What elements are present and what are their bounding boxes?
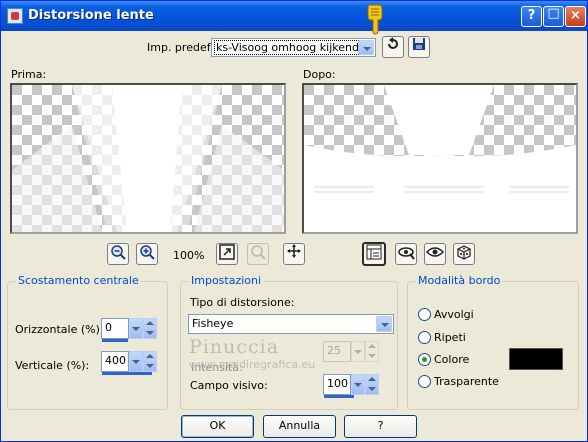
chevron-down-icon[interactable] — [358, 40, 374, 55]
app-icon — [7, 8, 23, 24]
zoom-level: 100% — [173, 249, 205, 262]
intensity-input[interactable]: 25 — [323, 341, 351, 362]
vertical-spinner[interactable]: 400 — [101, 351, 157, 372]
after-preview-image — [304, 85, 576, 232]
wrap-label: Avvolgi — [434, 308, 474, 321]
zoom-in-button[interactable] — [136, 243, 158, 265]
zoom-in-icon — [140, 245, 155, 260]
proof-button[interactable] — [395, 243, 417, 265]
ok-button[interactable]: OK — [181, 415, 254, 438]
reset-icon — [388, 37, 398, 49]
horizontal-dropdown-icon[interactable] — [129, 318, 143, 339]
toggle-preview-icon — [366, 244, 382, 260]
field-of-view-input[interactable]: 100 — [323, 374, 351, 395]
vertical-label: Verticale (%): — [15, 359, 90, 372]
help-title-button[interactable]: ? — [521, 6, 542, 27]
randomize-icon — [457, 245, 471, 260]
after-label: Dopo: — [303, 68, 336, 81]
zoom-out-button[interactable] — [107, 243, 129, 265]
reset-button[interactable] — [382, 36, 404, 58]
eye-button[interactable] — [424, 243, 446, 265]
color-label: Colore — [434, 353, 470, 366]
fit-window-button[interactable] — [216, 243, 238, 265]
zoom-disabled-icon — [251, 245, 266, 260]
intensity-spinner[interactable]: 25 — [323, 341, 379, 362]
lens-distortion-dialog: Distorsione lente ? □ × Imp. predef.: ks… — [0, 0, 588, 442]
preset-select[interactable]: ks-Visoog omhoog kijkend — [211, 38, 376, 57]
intensity-updown-icon[interactable] — [365, 341, 379, 362]
horizontal-label: Orizzontale (%): — [15, 323, 104, 336]
repeat-label: Ripeti — [434, 331, 466, 344]
zoom-disabled-button[interactable] — [247, 243, 269, 265]
field-of-view-slider[interactable] — [324, 395, 354, 398]
settings-title: Impostazioni — [189, 274, 264, 287]
field-of-view-label: Campo visivo: — [190, 379, 268, 392]
preset-label: Imp. predef.: — [147, 41, 217, 54]
pointing-hand-icon — [367, 4, 383, 35]
field-of-view-updown-icon[interactable] — [365, 374, 379, 395]
horizontal-updown-icon[interactable] — [143, 318, 157, 339]
save-preset-icon — [413, 38, 425, 50]
after-preview[interactable] — [302, 83, 578, 234]
edge-color-swatch[interactable] — [509, 348, 563, 370]
proof-icon — [398, 247, 415, 260]
distortion-type-label: Tipo di distorsione: — [190, 296, 295, 309]
horizontal-spinner[interactable]: 0 — [101, 318, 157, 339]
watermark-url: www.maidiregrafica.eu — [189, 358, 316, 371]
repeat-radio[interactable] — [418, 331, 431, 344]
chevron-down-icon[interactable] — [376, 316, 392, 332]
vertical-updown-icon[interactable] — [143, 351, 157, 372]
edge-mode-title: Modalità bordo — [416, 274, 503, 287]
transparent-radio[interactable] — [418, 375, 431, 388]
watermark-name: Pinuccia — [189, 336, 280, 358]
fit-window-icon — [219, 244, 235, 260]
close-button[interactable]: × — [565, 6, 586, 27]
before-preview[interactable] — [10, 83, 286, 234]
edge-mode-group: Modalità bordo — [407, 274, 579, 410]
center-offset-group: Scostamento centrale — [7, 274, 168, 410]
color-radio[interactable] — [418, 353, 431, 366]
maximize-button[interactable]: □ — [543, 6, 564, 27]
vertical-slider[interactable] — [102, 372, 152, 375]
horizontal-slider[interactable] — [102, 339, 128, 342]
preset-value: ks-Visoog omhoog kijkend — [214, 40, 361, 55]
horizontal-input[interactable]: 0 — [101, 318, 129, 339]
cancel-button[interactable]: Annulla — [263, 415, 336, 438]
intensity-dropdown-icon[interactable] — [351, 341, 365, 362]
window-title: Distorsione lente — [28, 8, 154, 23]
center-offset-title: Scostamento centrale — [16, 274, 141, 287]
wrap-radio[interactable] — [418, 308, 431, 321]
field-of-view-dropdown-icon[interactable] — [351, 374, 365, 395]
distortion-type-select[interactable]: Fisheye — [188, 314, 394, 334]
vertical-dropdown-icon[interactable] — [129, 351, 143, 372]
randomize-button[interactable] — [453, 243, 475, 265]
distortion-type-value: Fisheye — [192, 317, 234, 330]
toggle-preview-button[interactable] — [362, 242, 386, 266]
transparent-label: Trasparente — [434, 375, 499, 388]
pan-button[interactable] — [283, 243, 305, 265]
help-button[interactable]: ? — [344, 415, 417, 438]
title-bar[interactable]: Distorsione lente ? □ × — [1, 1, 587, 31]
zoom-out-icon — [111, 245, 126, 260]
eye-icon — [425, 247, 445, 257]
pan-icon — [287, 244, 301, 258]
save-preset-button[interactable] — [408, 36, 430, 58]
vertical-input[interactable]: 400 — [101, 351, 129, 372]
before-label: Prima: — [11, 68, 47, 81]
before-preview-image — [12, 85, 284, 232]
field-of-view-spinner[interactable]: 100 — [323, 374, 379, 395]
